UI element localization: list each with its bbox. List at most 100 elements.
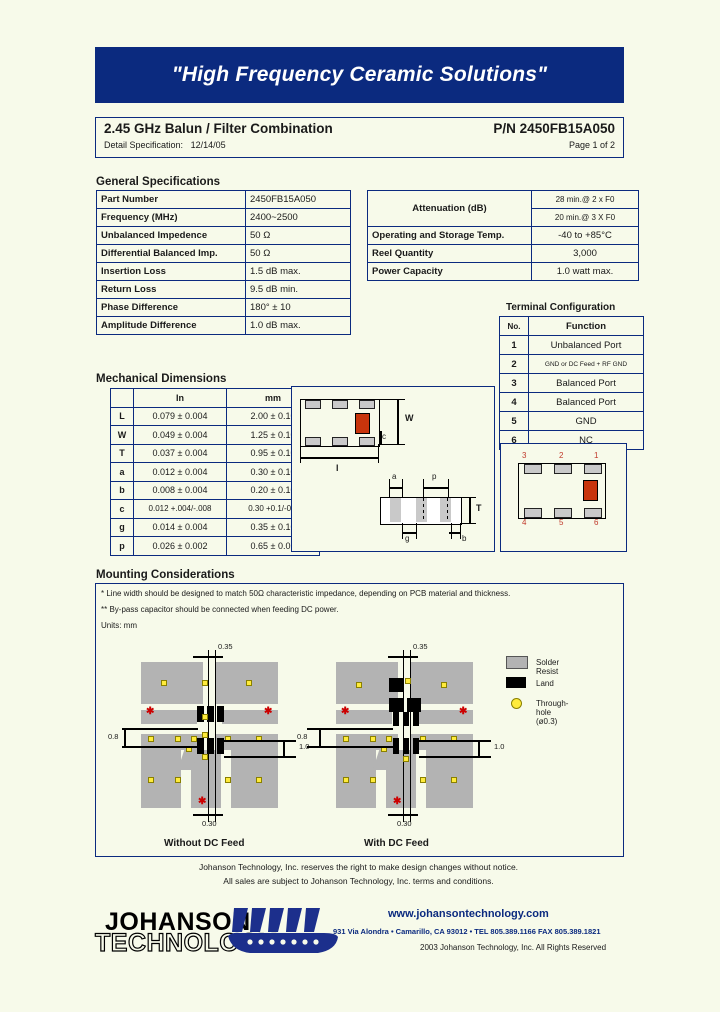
dim-line-right2 [419, 756, 491, 758]
spec-value: 180° ± 10 [245, 298, 351, 317]
dim-in: 0.037 ± 0.004 [133, 443, 227, 463]
b-extension-left [451, 523, 452, 539]
terminal-function: GND or DC Feed + RF GND [528, 354, 644, 374]
w-extension-top [378, 399, 405, 400]
copyright-notice: 2003 Johanson Technology, Inc. All Right… [420, 943, 607, 952]
page-title: 2.45 GHz Balun / Filter Combination [104, 121, 333, 136]
legend-label-solder-resist: Solder Resist [536, 658, 560, 676]
footprint-caption-with-dc: With DC Feed [364, 838, 429, 849]
footprint-dim-bottom: 0.30 [202, 819, 217, 828]
top-view-pad-6 [359, 437, 375, 446]
dim-line-left [122, 728, 198, 730]
pin-label-3: 3 [522, 451, 527, 460]
callout-a: a [392, 472, 397, 481]
mechanical-drawing: W c l a p T g b [291, 386, 495, 552]
w-dimension-line [397, 399, 399, 445]
spec-value: 1.0 dB max. [245, 316, 351, 335]
pad-3 [524, 464, 542, 474]
pin-label-4: 4 [522, 518, 527, 527]
through-hole [191, 736, 197, 742]
attenuation-value-2f0: 28 min.@ 2 x F0 [531, 190, 639, 209]
pin-label-5: 5 [559, 518, 564, 527]
dim-symbol: a [110, 462, 134, 482]
through-hole [202, 754, 208, 760]
disclaimer-line-2: All sales are subject to Johanson Techno… [223, 876, 494, 886]
dim-tick-left [319, 728, 321, 747]
dim-in: 0.012 ± 0.004 [133, 462, 227, 482]
dim-symbol: g [110, 517, 134, 537]
dim-tick-right [478, 740, 480, 757]
terminal-function: Balanced Port [528, 392, 644, 412]
terminal-function: Balanced Port [528, 373, 644, 393]
table-row: Phase Difference 180° ± 10 [96, 298, 351, 317]
through-hole [175, 777, 181, 783]
spec-label: Differential Balanced Imp. [96, 244, 246, 263]
table-row: Frequency (MHz) 2400~2500 [96, 208, 351, 227]
through-hole [343, 777, 349, 783]
legend-swatch-through-hole [511, 698, 522, 709]
dim-in: 0.079 ± 0.004 [133, 406, 227, 426]
part-number-title: P/N 2450FB15A050 [493, 121, 615, 136]
attenuation-table: Attenuation (dB) 28 min.@ 2 x F0 20 min.… [367, 190, 639, 281]
spec-label: Power Capacity [367, 262, 532, 281]
a-extension-left [389, 479, 390, 498]
table-row: 5 GND [499, 411, 644, 431]
l-extension-right [378, 445, 379, 463]
pin-label-1: 1 [594, 451, 599, 460]
asterisk-note-right: ✱ [459, 706, 468, 717]
spec-value: 3,000 [531, 244, 639, 263]
dim-line-bottom [193, 814, 223, 816]
table-row: T 0.037 ± 0.004 0.95 ± 0.10 [110, 443, 320, 463]
t-extension-bottom [460, 523, 476, 524]
through-hole [403, 756, 409, 762]
side-view-terminal-3 [440, 498, 451, 522]
terminal-function: Unbalanced Port [528, 335, 644, 355]
dim-symbol: T [110, 443, 134, 463]
land-bottom-left [197, 738, 204, 754]
asterisk-note-right: ✱ [264, 706, 273, 717]
land-top-right [217, 706, 224, 722]
t-extension-top [460, 497, 476, 498]
dim-in: 0.012 +.004/-.008 [133, 499, 227, 519]
through-hole [202, 680, 208, 686]
land-bottom-right [217, 738, 224, 754]
pad-1 [584, 464, 602, 474]
datasheet-page: "High Frequency Ceramic Solutions" 2.45 … [0, 0, 720, 1012]
dim-in: 0.014 ± 0.004 [133, 517, 227, 537]
mounting-units: Units: mm [101, 621, 137, 630]
table-row: 1 Unbalanced Port [499, 335, 644, 355]
table-row: Amplitude Difference 1.0 dB max. [96, 316, 351, 335]
dim-line-right [224, 740, 296, 742]
orientation-mark [583, 480, 598, 501]
spec-label: Amplitude Difference [96, 316, 246, 335]
spec-label: Insertion Loss [96, 262, 246, 281]
detail-spec-date: 12/14/05 [190, 140, 226, 150]
spec-value: 1.0 watt max. [531, 262, 639, 281]
website-url[interactable]: www.johansontechnology.com [388, 908, 549, 920]
detail-spec-label: Detail Specification: [104, 140, 184, 150]
through-hole [202, 714, 208, 720]
spec-label: Return Loss [96, 280, 246, 299]
mounting-considerations-panel: * Line width should be designed to match… [95, 583, 624, 857]
dim-line-right [419, 740, 491, 742]
dim-line-left2 [122, 746, 198, 748]
mounting-considerations-heading: Mounting Considerations [96, 569, 235, 581]
table-row: c 0.012 +.004/-.008 0.30 +0.1/-0.2 [110, 499, 320, 519]
l-extension-left [300, 445, 301, 463]
pin-label-2: 2 [559, 451, 564, 460]
dim-line-bottom [388, 814, 418, 816]
t-dimension-line [469, 497, 471, 523]
l-dimension-line [300, 457, 378, 459]
spec-label: Unbalanced Impedence [96, 226, 246, 245]
legend-swatch-solder-resist [506, 656, 528, 669]
spec-value: 1.5 dB max. [245, 262, 351, 281]
through-hole [356, 682, 362, 688]
table-row: Insertion Loss 1.5 dB max. [96, 262, 351, 281]
dim-line-top [388, 656, 418, 658]
footprint-dim-left: 0.8 [108, 732, 119, 741]
footprint-without-dc-feed: ✱ ✱ ✱ 0.35 0.30 0.8 1.0 Without DC Feed [108, 642, 316, 849]
through-hole [370, 777, 376, 783]
dim-symbol: L [110, 406, 134, 426]
table-row: 3 Balanced Port [499, 373, 644, 393]
asterisk-note-left: ✱ [146, 706, 155, 717]
